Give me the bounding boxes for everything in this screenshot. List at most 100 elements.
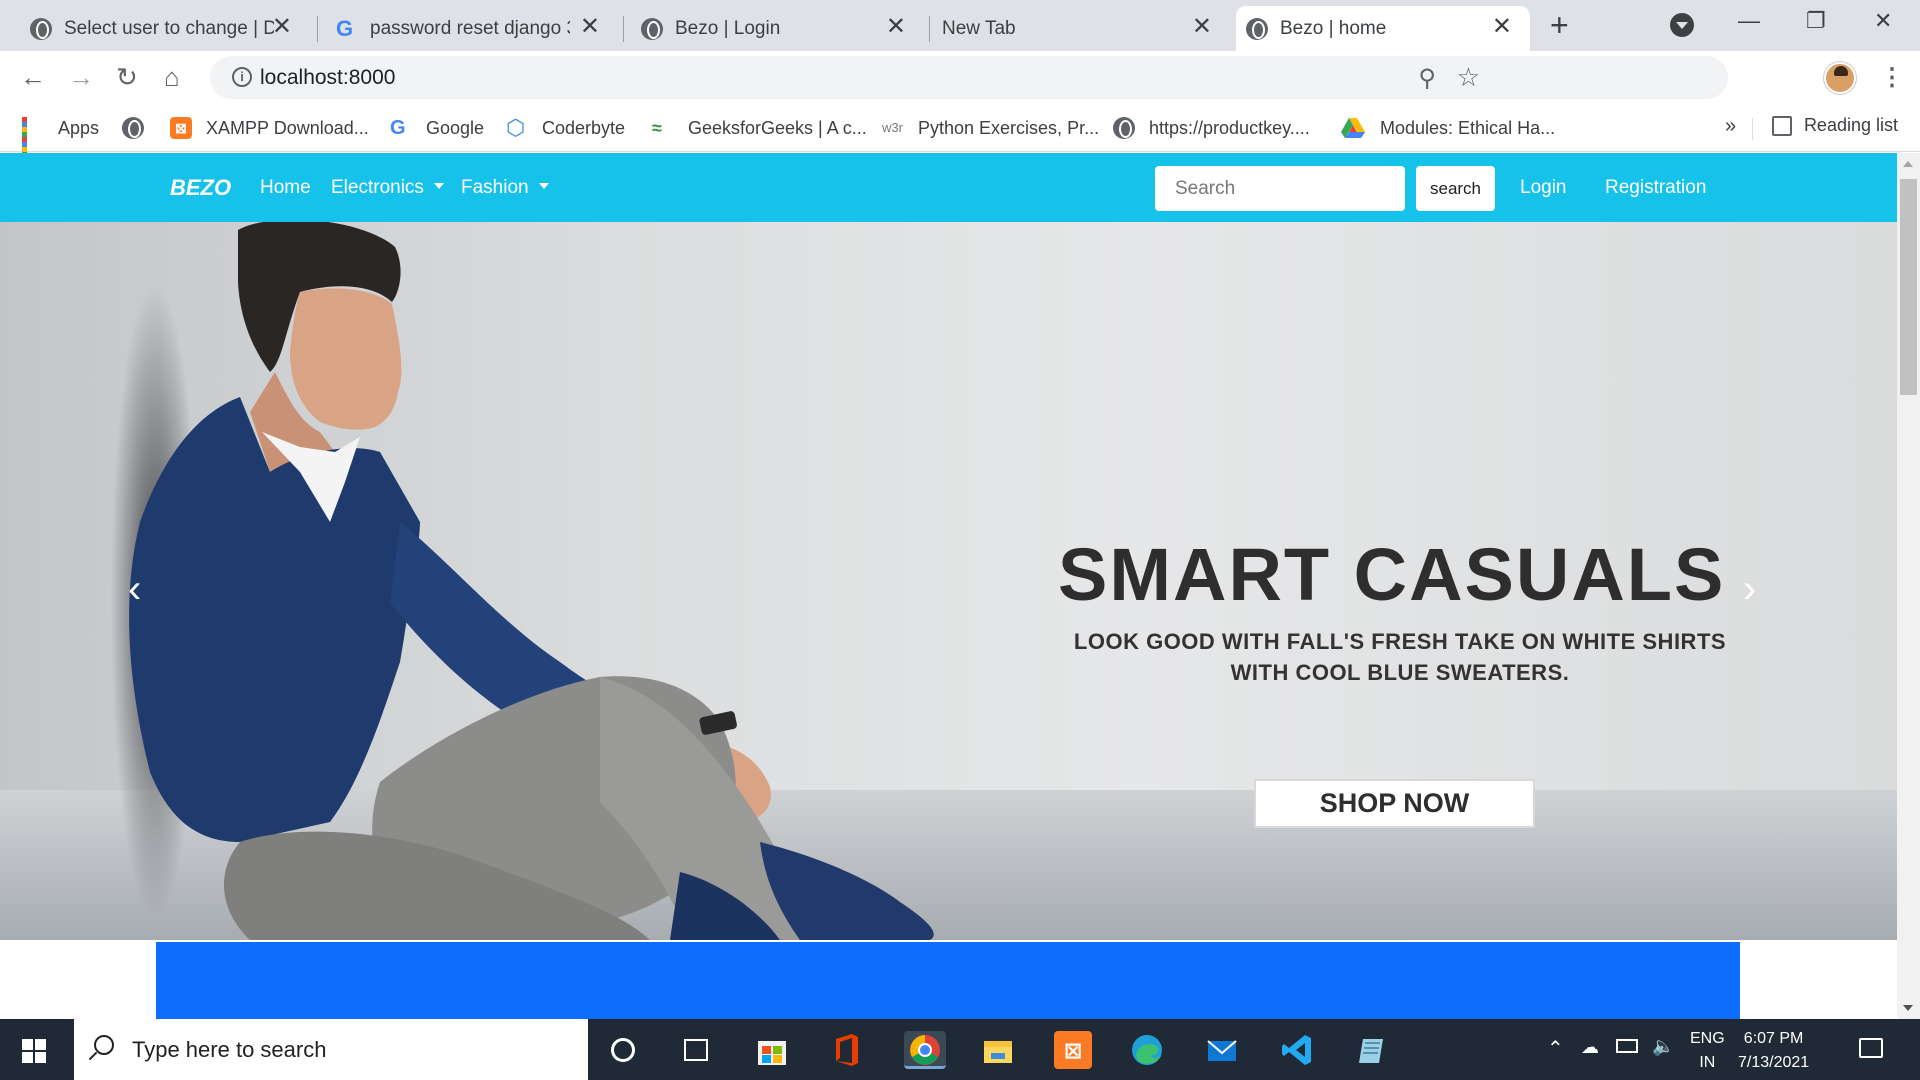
tab-bezo-login[interactable]: Bezo | Login ✕	[624, 6, 924, 51]
bookmark-modules[interactable]: Modules: Ethical Ha...	[1340, 115, 1555, 141]
xampp-icon[interactable]: ⊠	[1054, 1031, 1092, 1069]
bookmarks-overflow-icon[interactable]: »	[1725, 115, 1736, 138]
bookmarks-bar: Apps ⊠ XAMPP Download... G Google ⬡ Code…	[0, 104, 1920, 162]
carousel-next-icon[interactable]: ›	[1743, 567, 1756, 612]
bookmark-productkey[interactable]: https://productkey....	[1113, 115, 1310, 141]
back-icon[interactable]: ←	[20, 63, 46, 91]
nav-login-link[interactable]: Login	[1520, 177, 1567, 199]
store-icon[interactable]	[753, 1031, 791, 1069]
office-icon[interactable]	[828, 1031, 866, 1069]
close-icon[interactable]: ✕	[580, 15, 600, 39]
bookmark-geeksforgeeks[interactable]: ≈ GeeksforGeeks | A c...	[652, 115, 867, 141]
close-icon[interactable]: ✕	[272, 15, 292, 39]
globe-icon	[641, 18, 663, 40]
scroll-thumb[interactable]	[1900, 179, 1917, 395]
globe-icon	[1113, 117, 1135, 139]
hero-subtitle: LOOK GOOD WITH FALL'S FRESH TAKE ON WHIT…	[1040, 626, 1760, 688]
tab-select-user[interactable]: Select user to change | Dja ✕	[0, 6, 310, 51]
restore-button[interactable]: ❐	[1806, 8, 1826, 34]
site-search-button[interactable]: search	[1416, 166, 1495, 211]
tab-title: Bezo | Login	[675, 18, 781, 39]
bookmark-coderbyte[interactable]: ⬡ Coderbyte	[506, 115, 625, 141]
drive-icon	[1340, 117, 1366, 139]
hero-subtitle-line: LOOK GOOD WITH FALL'S FRESH TAKE ON WHIT…	[1073, 629, 1727, 654]
battery-icon[interactable]	[1616, 1039, 1638, 1053]
browser-tab-strip: Select user to change | Dja ✕ G password…	[0, 0, 1920, 51]
address-bar[interactable]: i localhost:8000 ⚲ ☆	[210, 56, 1728, 99]
site-info-icon[interactable]: i	[232, 67, 252, 87]
nav-registration-link[interactable]: Registration	[1605, 177, 1706, 199]
url-text[interactable]: localhost:8000	[260, 66, 395, 90]
bookmark-label: Apps	[58, 117, 100, 138]
page-viewport: BEZO Home Electronics Fashion search Log…	[0, 153, 1897, 1019]
globe-icon	[1246, 18, 1268, 40]
reading-list-button[interactable]: Reading list	[1771, 115, 1898, 136]
volume-icon[interactable]: 🔈	[1652, 1036, 1674, 1057]
taskbar-search-placeholder[interactable]: Type here to search	[132, 1037, 326, 1063]
window-close-button[interactable]: ✕	[1874, 8, 1892, 34]
page-scrollbar[interactable]	[1897, 153, 1920, 1019]
notification-center-icon[interactable]	[1859, 1038, 1883, 1058]
tab-password-reset[interactable]: G password reset django 3 - ✕	[318, 6, 618, 51]
home-icon[interactable]: ⌂	[164, 63, 180, 91]
zoom-icon[interactable]: ⚲	[1418, 64, 1436, 93]
sale-banner: SALE IS LIVE NOW	[156, 942, 1740, 1019]
nav-electronics-dropdown[interactable]: Electronics	[331, 177, 444, 199]
close-icon[interactable]: ✕	[1492, 15, 1512, 39]
bookmark-google[interactable]: G Google	[390, 115, 484, 141]
nav-home-link[interactable]: Home	[260, 177, 311, 199]
chrome-icon[interactable]	[904, 1031, 946, 1069]
minimize-button[interactable]: —	[1738, 8, 1760, 34]
taskbar-search-box[interactable]: Type here to search	[74, 1019, 588, 1080]
profile-avatar[interactable]	[1824, 62, 1856, 94]
cortana-icon[interactable]	[611, 1038, 635, 1062]
bookmark-globe[interactable]	[122, 115, 158, 141]
reading-list-icon	[1771, 115, 1792, 136]
tab-new-tab[interactable]: New Tab ✕	[930, 6, 1230, 51]
new-tab-button[interactable]: +	[1550, 9, 1569, 41]
sale-banner-text: SALE IS LIVE NOW	[156, 1008, 1740, 1019]
clock-date: 7/13/2021	[1738, 1054, 1810, 1071]
bookmark-xampp[interactable]: ⊠ XAMPP Download...	[170, 115, 369, 141]
onedrive-icon[interactable]: ☁	[1581, 1037, 1599, 1058]
menu-kebab-icon[interactable]: ⋮	[1880, 63, 1904, 92]
task-view-icon[interactable]	[684, 1039, 708, 1061]
google-icon: G	[390, 117, 406, 139]
language-code: ENG	[1690, 1030, 1725, 1047]
bookmark-label: Google	[426, 117, 485, 138]
windows-start-icon[interactable]	[22, 1039, 46, 1063]
tab-search-icon[interactable]	[1670, 13, 1694, 37]
file-explorer-icon[interactable]	[979, 1031, 1017, 1069]
close-icon[interactable]: ✕	[1192, 15, 1212, 39]
bookmark-apps[interactable]: Apps	[22, 115, 100, 162]
language-indicator[interactable]: ENG IN	[1690, 1027, 1725, 1075]
notepad-icon[interactable]	[1353, 1031, 1391, 1069]
carousel-prev-icon[interactable]: ‹	[128, 567, 141, 612]
scroll-down-icon[interactable]	[1903, 1005, 1913, 1011]
nav-fashion-dropdown[interactable]: Fashion	[461, 177, 549, 199]
search-icon	[94, 1035, 114, 1055]
edge-icon[interactable]	[1128, 1031, 1166, 1069]
bookmark-label: XAMPP Download...	[206, 117, 369, 138]
site-search-input[interactable]	[1155, 166, 1405, 211]
forward-icon[interactable]: →	[68, 63, 94, 91]
mail-icon[interactable]	[1203, 1031, 1241, 1069]
system-clock[interactable]: 6:07 PM 7/13/2021	[1738, 1027, 1809, 1075]
shop-now-button[interactable]: SHOP NOW	[1254, 779, 1535, 828]
brand-logo[interactable]: BEZO	[170, 175, 231, 201]
close-icon[interactable]: ✕	[886, 15, 906, 39]
bookmark-python-exercises[interactable]: w3r Python Exercises, Pr...	[882, 115, 1099, 141]
bookmark-label: Python Exercises, Pr...	[918, 117, 1100, 138]
scroll-up-icon[interactable]	[1903, 161, 1913, 167]
clock-time: 6:07 PM	[1743, 1030, 1804, 1047]
tab-title: Select user to change | Dja	[64, 18, 274, 39]
tab-title: Bezo | home	[1280, 18, 1387, 39]
tray-overflow-icon[interactable]: ⌃	[1547, 1036, 1564, 1061]
reload-icon[interactable]: ↻	[116, 63, 138, 91]
bookmark-star-icon[interactable]: ☆	[1457, 62, 1480, 93]
hero-model-image	[129, 222, 934, 940]
vscode-icon[interactable]	[1278, 1031, 1316, 1069]
google-icon: G	[336, 16, 354, 41]
browser-toolbar: ← → ↻ ⌂ i localhost:8000 ⚲ ☆ ⋮	[0, 51, 1920, 104]
tab-bezo-home[interactable]: Bezo | home ✕	[1236, 6, 1530, 51]
